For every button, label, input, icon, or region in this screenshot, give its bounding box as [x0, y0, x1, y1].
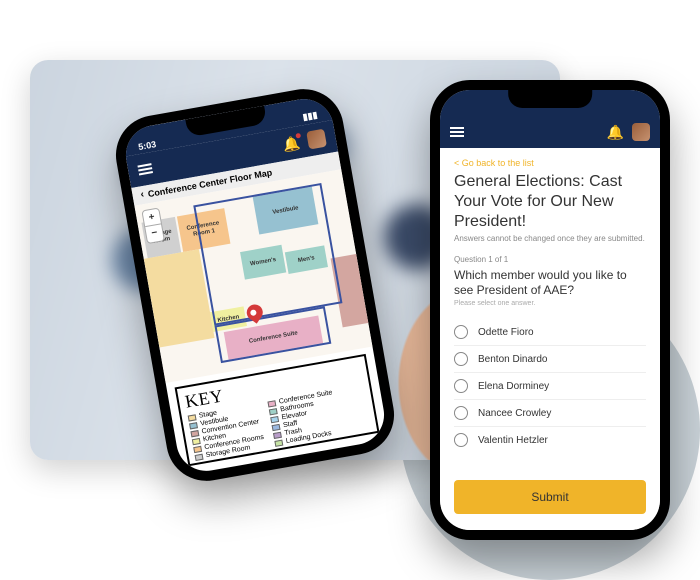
- option-label: Benton Dinardo: [478, 354, 548, 365]
- question-hint: Please select one answer.: [454, 300, 646, 307]
- vote-option[interactable]: Valentin Hetzler: [454, 427, 646, 453]
- radio-icon: [454, 352, 468, 366]
- option-label: Odette Fioro: [478, 327, 534, 338]
- room-conf1[interactable]: Conference Room 1: [177, 208, 231, 252]
- status-icons: ▮▮▮: [302, 110, 319, 123]
- radio-icon: [454, 433, 468, 447]
- radio-icon: [454, 406, 468, 420]
- room-side-right: [331, 253, 373, 327]
- vote-option[interactable]: Nancee Crowley: [454, 400, 646, 427]
- notification-dot: [295, 132, 301, 138]
- room-block-a: [144, 249, 215, 347]
- bell-icon[interactable]: 🔔: [281, 134, 301, 154]
- map-pin-icon[interactable]: [244, 301, 266, 323]
- phone-right: 🔔 < Go back to the list General Election…: [430, 80, 670, 540]
- bell-icon[interactable]: 🔔: [607, 124, 624, 141]
- phone-right-screen: 🔔 < Go back to the list General Election…: [440, 90, 660, 530]
- page-title: General Elections: Cast Your Vote for Ou…: [454, 172, 646, 232]
- room-mens[interactable]: Men's: [285, 245, 328, 274]
- radio-icon: [454, 379, 468, 393]
- avatar[interactable]: [306, 129, 327, 150]
- room-vestibule[interactable]: Vestibule: [253, 187, 319, 235]
- vote-option[interactable]: Odette Fioro: [454, 319, 646, 346]
- radio-icon: [454, 325, 468, 339]
- floor-map[interactable]: + − Storage Room Conference Room 1 Vesti…: [134, 169, 372, 383]
- avatar[interactable]: [632, 123, 650, 141]
- option-label: Elena Dorminey: [478, 381, 549, 392]
- nav-bar: 🔔: [440, 116, 660, 148]
- option-label: Nancee Crowley: [478, 408, 551, 419]
- zoom-out-button[interactable]: −: [145, 224, 164, 243]
- status-time: 5:03: [137, 139, 156, 152]
- back-link[interactable]: < Go back to the list: [454, 158, 646, 168]
- hamburger-icon[interactable]: [137, 163, 153, 175]
- question-text: Which member would you like to see Presi…: [454, 268, 646, 298]
- vote-option[interactable]: Elena Dorminey: [454, 373, 646, 400]
- submit-button[interactable]: Submit: [454, 480, 646, 514]
- vote-option[interactable]: Benton Dinardo: [454, 346, 646, 373]
- option-label: Valentin Hetzler: [478, 435, 548, 446]
- phone-notch: [508, 90, 592, 108]
- question-meta: Question 1 of 1: [454, 255, 646, 264]
- submit-bar: Submit: [440, 470, 660, 530]
- room-womens[interactable]: Women's: [240, 245, 286, 280]
- vote-body: < Go back to the list General Elections:…: [440, 148, 660, 478]
- hamburger-icon[interactable]: [450, 127, 464, 137]
- chevron-left-icon: ‹: [140, 190, 145, 200]
- page-subtitle: Answers cannot be changed once they are …: [454, 234, 646, 243]
